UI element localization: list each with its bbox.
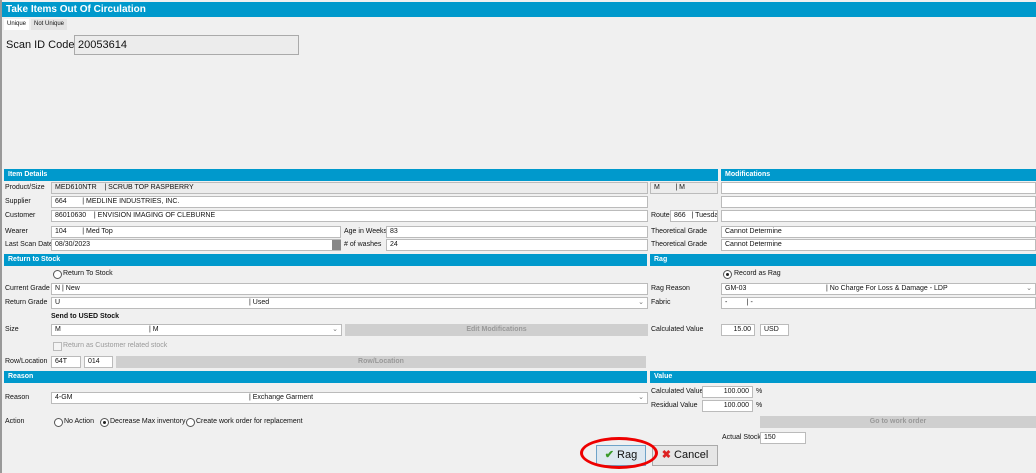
row-location-label: Row/Location: [5, 358, 48, 365]
rag-header: Rag: [650, 254, 1036, 266]
rag-reason-label: Rag Reason: [651, 285, 690, 292]
cancel-button[interactable]: ✖ Cancel: [652, 445, 718, 466]
percent-label-2: %: [756, 402, 763, 409]
decrease-max-inventory-radio[interactable]: [100, 418, 109, 427]
reason-header: Reason: [4, 371, 647, 383]
last-scan-field[interactable]: 08/30/2023: [51, 239, 341, 251]
window-title: Take Items Out Of Circulation: [2, 2, 1036, 17]
item-details-header: Item Details: [4, 169, 718, 181]
scan-id-label: Scan ID Code: [6, 39, 75, 51]
wearer-label: Wearer: [5, 228, 28, 235]
cancel-button-label: Cancel: [674, 449, 709, 461]
return-to-stock-radio[interactable]: [53, 270, 62, 279]
modifications-header: Modifications: [721, 169, 1036, 181]
customer-stock-label: Return as Customer related stock: [63, 342, 168, 349]
fabric-field[interactable]: - | -: [721, 297, 1036, 309]
action-label: Action: [5, 418, 25, 425]
rag-calculated-value-field[interactable]: 15.00: [721, 324, 755, 336]
rag-calculated-value-label: Calculated Value: [651, 326, 704, 333]
rag-reason-code: GM-03: [725, 285, 747, 292]
no-action-label: No Action: [64, 418, 94, 425]
chevron-down-icon: ⌄: [638, 394, 644, 401]
route-field[interactable]: 866 | Tuesday: [670, 210, 718, 222]
return-grade-label: Return Grade: [5, 299, 48, 306]
return-to-stock-label: Return To Stock: [63, 270, 113, 277]
reason-code: 4-GM: [55, 394, 73, 401]
chevron-down-icon: ⌄: [638, 299, 644, 306]
customer-label: Customer: [5, 212, 36, 219]
location-field[interactable]: 014: [84, 356, 113, 368]
customer-stock-checkbox[interactable]: [53, 342, 62, 351]
current-grade-label: Current Grade: [5, 285, 50, 292]
decrease-max-inventory-label: Decrease Max inventory: [110, 418, 186, 425]
return-to-stock-header: Return to Stock: [4, 254, 647, 266]
return-grade-code: U: [55, 299, 61, 306]
create-work-order-label: Create work order for replacement: [196, 418, 303, 425]
product-label: Product/Size: [5, 184, 45, 191]
size-select[interactable]: M | M ⌄: [51, 324, 342, 336]
percent-label: %: [756, 388, 763, 395]
theoretical-grade-field[interactable]: Cannot Determine: [721, 226, 1036, 238]
modification-field-1[interactable]: [721, 182, 1036, 194]
value-header: Value: [650, 371, 1036, 383]
actual-stock-field[interactable]: 150: [760, 432, 806, 444]
tab-not-unique[interactable]: Not Unique: [31, 19, 68, 30]
actual-stock-label: Actual Stock: [722, 434, 761, 441]
value-calculated-field[interactable]: 100.000: [702, 386, 753, 398]
size-label: Size: [5, 326, 19, 333]
supplier-label: Supplier: [5, 198, 31, 205]
size-code: M: [55, 326, 61, 333]
current-grade-field[interactable]: N | New: [51, 283, 648, 295]
calendar-icon[interactable]: [332, 240, 341, 250]
row-field[interactable]: 64T: [51, 356, 81, 368]
last-scan-label: Last Scan Date: [5, 241, 53, 248]
residual-value-label: Residual Value: [651, 402, 698, 409]
modification-field-3[interactable]: [721, 210, 1036, 222]
record-as-rag-radio[interactable]: [723, 270, 732, 279]
close-icon: ✖: [661, 449, 671, 461]
window-frame: [0, 0, 2, 473]
fabric-label: Fabric: [651, 299, 671, 306]
washes-field[interactable]: 24: [386, 239, 648, 251]
chevron-down-icon: ⌄: [1026, 285, 1032, 292]
size-field: M | M: [650, 182, 718, 194]
size-desc: | M: [149, 326, 159, 333]
scan-id-input[interactable]: 20053614: [74, 35, 299, 55]
reason-select[interactable]: 4-GM | Exchange Garment ⌄: [51, 392, 648, 404]
modification-field-2[interactable]: [721, 196, 1036, 208]
rag-reason-select[interactable]: GM-03 | No Charge For Loss & Damage - LDP…: [721, 283, 1036, 295]
return-grade-select[interactable]: U | Used ⌄: [51, 297, 648, 309]
go-to-work-order-button[interactable]: Go to work order: [760, 416, 1036, 428]
customer-field[interactable]: 86010630 | ENVISION IMAGING OF CLEBURNE: [51, 210, 648, 222]
theoretical-grade-label: Theoretical Grade: [651, 228, 708, 235]
washes-label: # of washes: [344, 241, 382, 248]
theoretical-grade-label-2: Theoretical Grade: [651, 241, 708, 248]
product-field: MED610NTR | SCRUB TOP RASPBERRY: [51, 182, 648, 194]
rag-reason-desc: | No Charge For Loss & Damage - LDP: [826, 285, 948, 292]
record-as-rag-label: Record as Rag: [734, 270, 781, 277]
reason-label: Reason: [5, 394, 30, 401]
tab-unique[interactable]: Unique: [4, 19, 30, 30]
route-label: Route: [651, 212, 670, 219]
age-label: Age in Weeks: [344, 228, 388, 235]
send-used-label: Send to USED Stock: [51, 313, 120, 320]
age-field[interactable]: 83: [386, 226, 648, 238]
currency-field[interactable]: USD: [760, 324, 789, 336]
wearer-field[interactable]: 104 | Med Top: [51, 226, 341, 238]
supplier-field[interactable]: 664 | MEDLINE INDUSTRIES, INC.: [51, 196, 648, 208]
create-work-order-radio[interactable]: [186, 418, 195, 427]
row-location-button[interactable]: Row/Location: [116, 356, 646, 368]
reason-desc: | Exchange Garment: [249, 394, 314, 401]
no-action-radio[interactable]: [54, 418, 63, 427]
edit-modifications-button[interactable]: Edit Modifications: [345, 324, 648, 336]
residual-value-field[interactable]: 100.000: [702, 400, 753, 412]
return-grade-desc: | Used: [249, 299, 270, 306]
theoretical-grade-field-2[interactable]: Cannot Determine: [721, 239, 1036, 251]
chevron-down-icon: ⌄: [332, 326, 338, 333]
highlight-circle: [580, 437, 658, 469]
value-calculated-label: Calculated Value: [651, 388, 704, 395]
